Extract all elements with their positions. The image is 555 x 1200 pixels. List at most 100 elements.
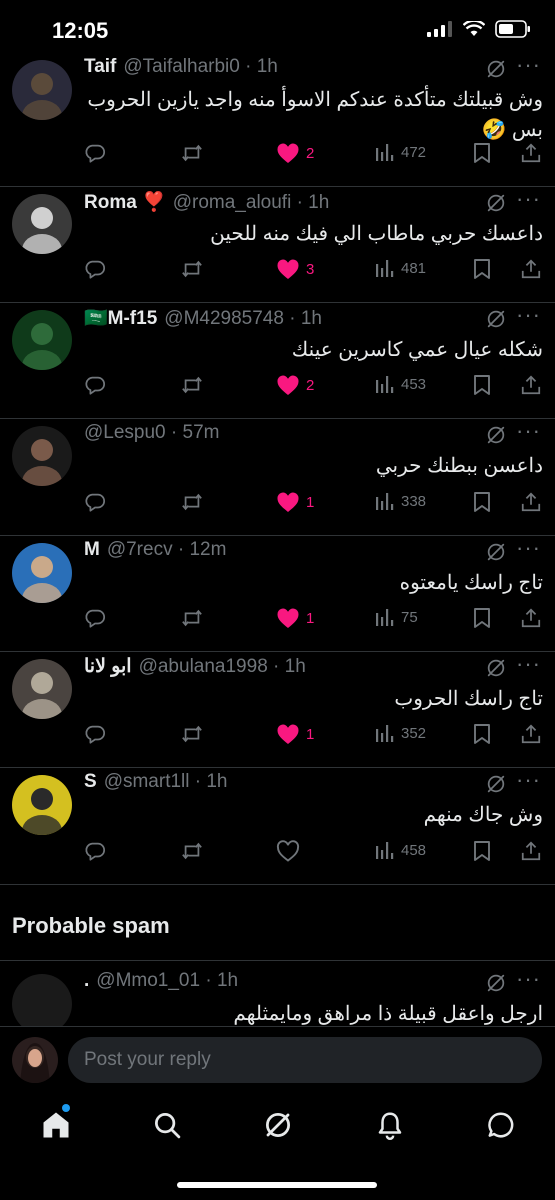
more-icon[interactable]: ··· [516,186,541,212]
author-handle[interactable]: @Lespu0 · 57m [84,422,219,444]
search-icon[interactable] [152,1110,182,1140]
reply-avatar[interactable] [12,659,72,719]
share-button[interactable] [520,491,542,513]
like-button[interactable]: 1 [276,723,314,745]
repost-button[interactable] [180,142,204,164]
reply-avatar[interactable] [12,543,72,603]
like-button[interactable]: 1 [276,491,314,513]
author-name[interactable]: . [84,970,89,992]
reply-item[interactable]: 🇸🇦M-f15 @M42985748 · 1h ··· شكله عيال عمي ك… [0,302,555,419]
author-name[interactable]: M [84,539,100,561]
views-button[interactable]: 481 [375,258,426,278]
reply-item[interactable]: . @Mmo1_01 · 1h ··· ارجل واعقل قبيلة ذا مرا… [0,966,555,1027]
grok-nav-icon[interactable] [263,1110,293,1140]
reply-button[interactable] [84,840,106,862]
bookmark-button[interactable] [472,723,492,745]
reply-button[interactable] [84,374,106,396]
reply-avatar[interactable] [12,60,72,120]
reply-avatar[interactable] [12,310,72,370]
bookmark-button[interactable] [472,374,492,396]
share-button[interactable] [520,840,542,862]
like-button[interactable] [276,840,300,862]
repost-button[interactable] [180,607,204,629]
more-icon[interactable]: ··· [516,966,541,992]
bookmark-button[interactable] [472,142,492,164]
like-button[interactable]: 1 [276,607,314,629]
grok-icon[interactable] [485,541,507,563]
author-handle[interactable]: @Taifalharbi0 · 1h [123,56,277,78]
repost-button[interactable] [180,840,204,862]
grok-icon[interactable] [485,972,507,994]
bookmark-button[interactable] [472,607,492,629]
grok-icon[interactable] [485,308,507,330]
more-icon[interactable]: ··· [516,52,541,78]
reply-button[interactable] [84,491,106,513]
messages-icon[interactable] [486,1110,516,1140]
grok-icon[interactable] [485,657,507,679]
grok-icon[interactable] [485,58,507,80]
home-icon[interactable] [41,1110,71,1140]
reply-item[interactable]: Roma ❣️ @roma_aloufi · 1h ··· داعسك حربي ما… [0,186,555,303]
more-icon[interactable]: ··· [516,651,541,677]
author-name[interactable]: Roma ❣️ [84,190,166,214]
views-button[interactable]: 338 [375,491,426,511]
more-icon[interactable]: ··· [516,418,541,444]
views-button[interactable]: 453 [375,374,426,394]
repost-button[interactable] [180,258,204,280]
author-handle[interactable]: @M42985748 · 1h [164,308,322,330]
like-button[interactable]: 3 [276,258,314,280]
views-icon [375,491,395,511]
more-icon[interactable]: ··· [516,767,541,793]
reply-avatar[interactable] [12,194,72,254]
grok-icon[interactable] [485,773,507,795]
share-button[interactable] [520,723,542,745]
reply-button[interactable] [84,723,106,745]
author-name[interactable]: S [84,771,97,793]
like-button[interactable]: 2 [276,142,314,164]
reply-item[interactable]: @Lespu0 · 57m ··· داعسن ببطنك حربي 1 338 [0,418,555,536]
replies-feed[interactable]: Taif @Taifalharbi0 · 1h ··· وش قبيلتك متأكد… [0,52,555,1027]
grok-icon[interactable] [485,424,507,446]
author-name[interactable]: 🇸🇦M-f15 [84,306,157,330]
author-handle[interactable]: @abulana1998 · 1h [139,656,306,678]
reply-avatar[interactable] [12,775,72,835]
author-name[interactable]: ابو لانا [84,655,132,678]
reply-item[interactable]: M @7recv · 12m ··· تاج راسك يامعتوه 1 75 [0,535,555,652]
share-icon [520,840,542,862]
like-button[interactable]: 2 [276,374,314,396]
author-handle[interactable]: @7recv · 12m [107,539,227,561]
reply-input[interactable] [68,1037,542,1083]
bookmark-button[interactable] [472,840,492,862]
reply-avatar[interactable] [12,426,72,486]
reply-button[interactable] [84,258,106,280]
views-button[interactable]: 472 [375,142,426,162]
share-button[interactable] [520,258,542,280]
bookmark-button[interactable] [472,491,492,513]
reply-button[interactable] [84,607,106,629]
reply-button[interactable] [84,142,106,164]
repost-button[interactable] [180,491,204,513]
author-handle[interactable]: @smart1ll · 1h [104,771,228,793]
notifications-icon[interactable] [375,1110,405,1140]
repost-button[interactable] [180,723,204,745]
grok-icon[interactable] [485,192,507,214]
share-button[interactable] [520,607,542,629]
repost-button[interactable] [180,374,204,396]
more-icon[interactable]: ··· [516,302,541,328]
author-name[interactable]: Taif [84,56,116,78]
like-icon [276,374,300,396]
share-button[interactable] [520,142,542,164]
author-handle[interactable]: @Mmo1_01 · 1h [96,970,238,992]
views-button[interactable]: 75 [375,607,418,627]
views-button[interactable]: 458 [375,840,426,860]
more-icon[interactable]: ··· [516,535,541,561]
reply-avatar[interactable] [12,974,72,1027]
share-button[interactable] [520,374,542,396]
reply-item[interactable]: S @smart1ll · 1h ··· وش جاك منهم 458 [0,767,555,885]
reply-item[interactable]: Taif @Taifalharbi0 · 1h ··· وش قبيلتك متأكد… [0,52,555,187]
reply-item[interactable]: ابو لانا @abulana1998 · 1h ··· تاج راسك الح… [0,651,555,768]
views-button[interactable]: 352 [375,723,426,743]
my-avatar[interactable] [12,1037,58,1083]
author-handle[interactable]: @roma_aloufi · 1h [173,192,330,214]
bookmark-button[interactable] [472,258,492,280]
